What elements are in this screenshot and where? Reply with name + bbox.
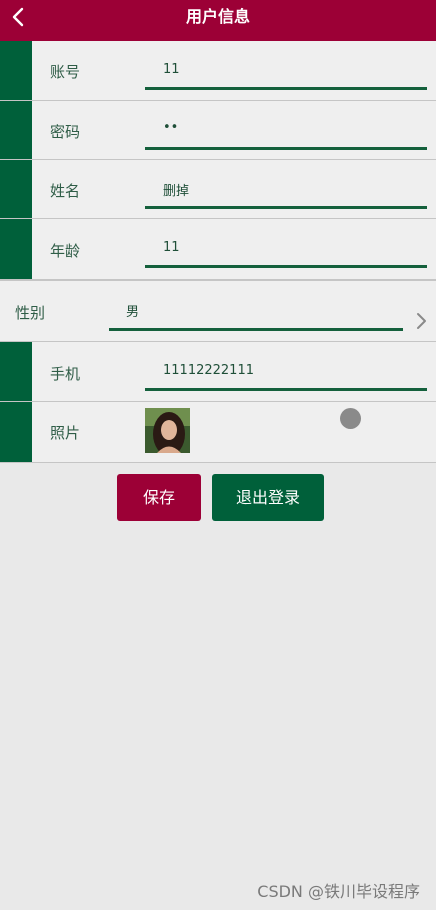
form-row-age: 年龄 11 xyxy=(0,219,436,280)
password-input[interactable]: •• xyxy=(163,120,178,135)
app-header: 用户信息 xyxy=(0,0,436,41)
name-label: 姓名 xyxy=(50,182,81,200)
page-title: 用户信息 xyxy=(185,7,250,26)
row-accent-stripe xyxy=(0,219,32,279)
row-accent-stripe xyxy=(0,160,32,218)
name-input-underline xyxy=(145,206,427,209)
row-accent-stripe xyxy=(0,41,32,100)
row-accent-stripe xyxy=(0,402,32,462)
watermark-text: CSDN @铁川毕设程序 xyxy=(257,882,420,901)
form-row-photo: 照片 xyxy=(0,402,436,463)
name-input[interactable]: 删掉 xyxy=(163,180,189,199)
age-input-underline xyxy=(145,265,427,268)
account-label: 账号 xyxy=(50,63,81,81)
avatar-photo[interactable] xyxy=(145,408,190,453)
account-input-underline xyxy=(145,87,427,90)
form-row-password: 密码 •• xyxy=(0,101,436,160)
form-row-account: 账号 11 xyxy=(0,41,436,101)
account-input[interactable]: 11 xyxy=(163,62,180,77)
logout-button[interactable]: 退出登录 xyxy=(212,474,324,521)
row-accent-stripe xyxy=(0,101,32,159)
password-input-underline xyxy=(145,147,427,150)
gender-select-underline xyxy=(109,328,403,331)
save-button[interactable]: 保存 xyxy=(117,474,201,521)
photo-label: 照片 xyxy=(50,424,81,442)
form-row-phone: 手机 11112222111 xyxy=(0,342,436,402)
form-row-gender[interactable]: 性别 男 xyxy=(0,280,436,342)
gender-select[interactable]: 男 xyxy=(126,301,139,320)
password-label: 密码 xyxy=(50,123,81,141)
row-accent-stripe xyxy=(0,342,32,401)
form-row-name: 姓名 删掉 xyxy=(0,160,436,219)
phone-input[interactable]: 11112222111 xyxy=(163,363,254,378)
age-label: 年龄 xyxy=(50,242,81,260)
gender-label: 性别 xyxy=(15,304,46,322)
age-input[interactable]: 11 xyxy=(163,240,180,255)
floating-dot-button[interactable] xyxy=(340,408,361,429)
phone-input-underline xyxy=(145,388,427,391)
chevron-right-icon[interactable] xyxy=(413,311,429,331)
phone-label: 手机 xyxy=(50,365,81,383)
